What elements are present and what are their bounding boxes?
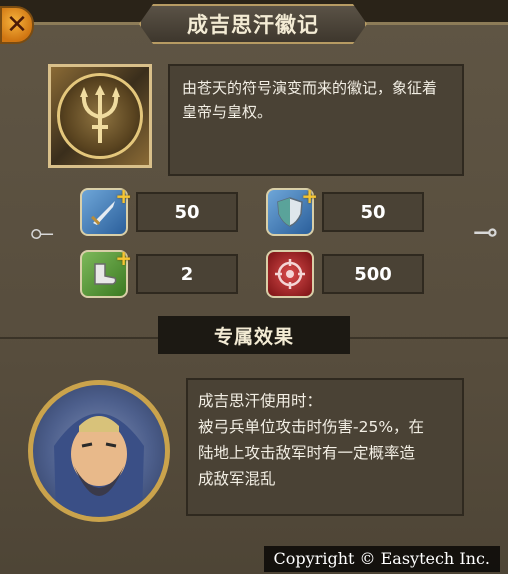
plus-icon: + <box>115 184 132 208</box>
left-hook-ornament: ⟜ <box>30 215 54 250</box>
title-plate: 成吉思汗徽记 <box>139 4 367 44</box>
trident-emblem-icon <box>57 73 143 159</box>
range-stat-icon <box>266 250 314 298</box>
movement-stat-icon: + <box>80 246 132 298</box>
plus-icon: + <box>301 184 318 208</box>
range-stat-value-box: 500 <box>322 254 424 294</box>
crosshair-icon <box>275 259 305 289</box>
attack-stat-icon: + <box>80 184 132 236</box>
attack-value: 50 <box>174 201 200 223</box>
movement-value: 2 <box>180 263 194 285</box>
emblem-description: 由苍天的符号演变而来的徽记，象征着皇帝与皇权。 <box>182 79 438 121</box>
movement-stat-value-box: 2 <box>136 254 238 294</box>
emblem-description-box: 由苍天的符号演变而来的徽记，象征着皇帝与皇权。 <box>168 64 464 176</box>
panel-title: 成吉思汗徽记 <box>187 13 319 37</box>
close-button[interactable]: ✕ <box>0 6 34 44</box>
defense-value: 50 <box>360 201 386 223</box>
exclusive-effect-header: 专属效果 <box>158 316 350 354</box>
close-icon: ✕ <box>6 10 28 40</box>
plus-icon: + <box>115 246 132 270</box>
defense-stat-icon: + <box>266 184 318 236</box>
attack-stat-value-box: 50 <box>136 192 238 232</box>
effect-line-2: 被弓兵单位攻击时伤害-25%，在 <box>198 418 425 436</box>
effect-line-3: 陆地上攻击敌军时有一定概率造 <box>198 444 416 462</box>
general-face-icon <box>54 413 144 516</box>
emblem-image <box>48 64 152 168</box>
defense-stat-value-box: 50 <box>322 192 424 232</box>
range-value: 500 <box>354 263 392 285</box>
effect-line-1: 成吉思汗使用时： <box>198 392 323 410</box>
effect-line-4: 成敌军混乱 <box>198 470 276 488</box>
copyright-notice: Copyright © Easytech Inc. <box>263 546 500 572</box>
section-title: 专属效果 <box>213 325 294 348</box>
general-portrait <box>28 380 170 522</box>
right-hook-ornament: ⊸ <box>472 215 498 250</box>
exclusive-effect-box: 成吉思汗使用时： 被弓兵单位攻击时伤害-25%，在 陆地上攻击敌军时有一定概率造… <box>186 378 464 516</box>
